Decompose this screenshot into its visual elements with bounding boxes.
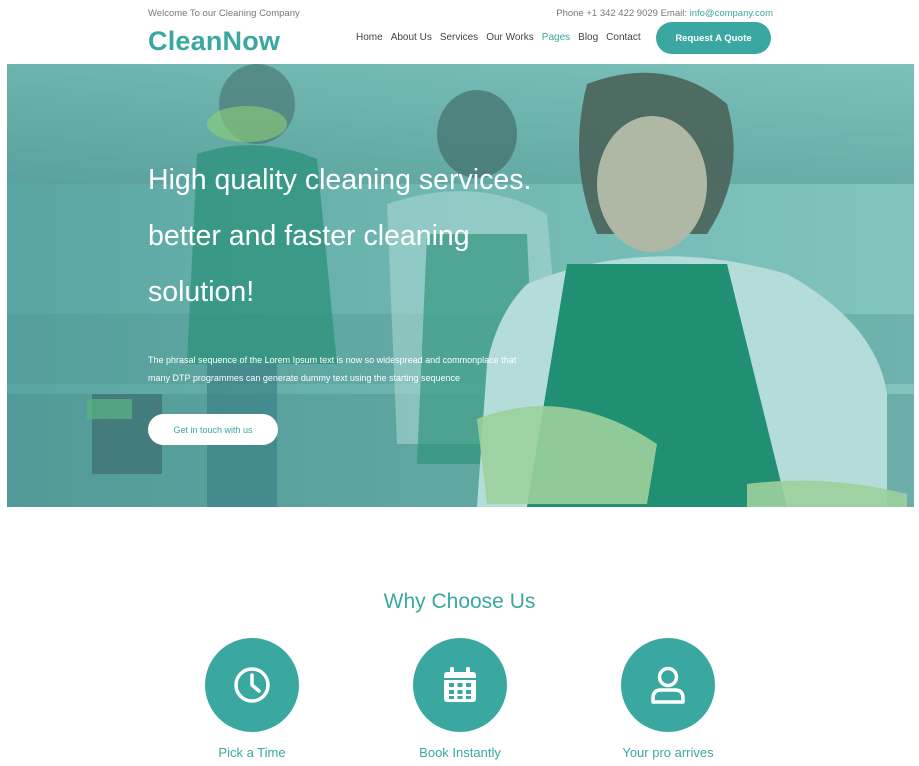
why-choose-us-title: Why Choose Us — [383, 590, 536, 613]
welcome-text: Welcome To our Cleaning Company — [148, 8, 300, 19]
nav-pages[interactable]: Pages — [542, 32, 570, 43]
phone-text: Phone +1 342 422 9029 Email: — [556, 8, 690, 19]
main-nav: Home About Us Services Our Works Pages B… — [356, 32, 641, 43]
feature-book-instantly: Book Instantly — [385, 638, 535, 760]
hero-description: The phrasal sequence of the Lorem Ipsum … — [148, 355, 517, 383]
hero-heading-line-3: solution! — [148, 276, 255, 308]
hero-heading-line-1: High quality cleaning services. — [148, 164, 532, 196]
feature-pick-a-time: Pick a Time — [177, 638, 327, 760]
nav-blog[interactable]: Blog — [578, 32, 598, 43]
feature-label: Pick a Time — [218, 745, 286, 760]
feature-your-pro-arrives: Your pro arrives — [593, 638, 743, 760]
nav-our-works[interactable]: Our Works — [486, 32, 534, 43]
logo[interactable]: CleanNow — [148, 26, 280, 57]
feature-label: Book Instantly — [419, 745, 501, 760]
hero-heading-line-2: better and faster cleaning — [148, 220, 470, 252]
contact-info: Phone +1 342 422 9029 Email: info@compan… — [556, 8, 773, 19]
clock-icon — [205, 638, 299, 732]
user-icon — [621, 638, 715, 732]
calendar-icon — [413, 638, 507, 732]
feature-label: Your pro arrives — [622, 745, 714, 760]
request-quote-button[interactable]: Request A Quote — [656, 22, 771, 54]
hero-heading: High quality cleaning services. better a… — [148, 152, 618, 320]
hero-banner: High quality cleaning services. better a… — [7, 64, 914, 507]
get-in-touch-button[interactable]: Get in touch with us — [148, 414, 278, 445]
email-link[interactable]: info@company.com — [690, 8, 773, 19]
nav-home[interactable]: Home — [356, 32, 383, 43]
nav-contact[interactable]: Contact — [606, 32, 640, 43]
nav-about-us[interactable]: About Us — [391, 32, 432, 43]
nav-services[interactable]: Services — [440, 32, 478, 43]
